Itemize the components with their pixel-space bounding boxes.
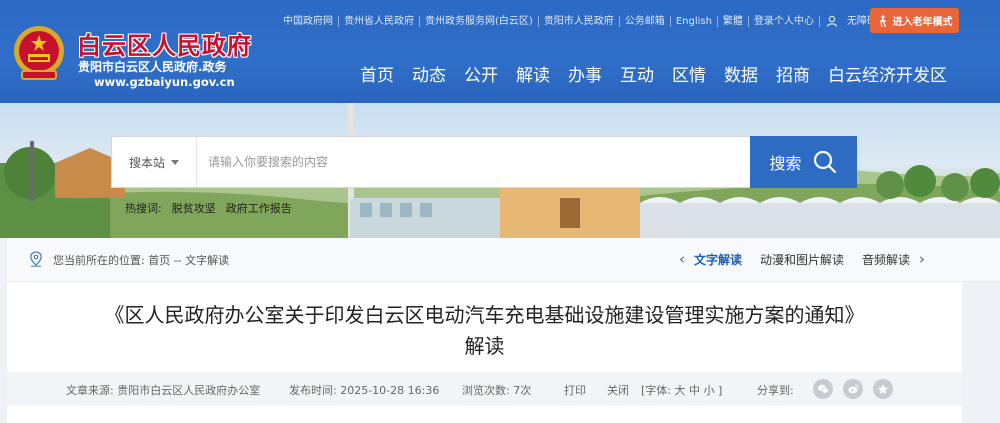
article-title-line1: 《区人民政府办公室关于印发白云区电动汽车充电基础设施建设管理实施方案的通知》 bbox=[104, 303, 865, 327]
hot-words: 热搜词: 脱贫攻坚 政府工作报告 bbox=[125, 200, 292, 216]
top-link[interactable]: 贵州省人民政府 bbox=[339, 15, 420, 27]
top-link[interactable]: English bbox=[671, 15, 718, 27]
user-icon[interactable] bbox=[826, 15, 838, 27]
article-title: 《区人民政府办公室关于印发白云区电动汽车充电基础设施建设管理实施方案的通知》 解… bbox=[7, 300, 962, 362]
nav-item-home[interactable]: 首页 bbox=[360, 64, 394, 88]
hot-word[interactable]: 脱贫攻坚 bbox=[172, 200, 216, 216]
article-title-line2: 解读 bbox=[464, 334, 505, 358]
search-button[interactable]: 搜索 bbox=[750, 136, 857, 188]
qzone-icon[interactable] bbox=[873, 379, 893, 399]
search-icon bbox=[813, 150, 836, 174]
search-scope-select[interactable]: 搜本站 bbox=[112, 137, 197, 187]
search-scope-label: 搜本站 bbox=[128, 155, 165, 170]
hot-words-label: 热搜词: bbox=[125, 202, 162, 215]
article-meta: 文章来源: 贵阳市白云区人民政府办公室 发布时间: 2025-10-28 16:… bbox=[7, 372, 962, 406]
close-link[interactable]: 关闭 bbox=[607, 382, 629, 398]
site-domain: www.gzbaiyun.gov.cn bbox=[94, 75, 235, 89]
elder-mode-button[interactable]: 进入老年模式 bbox=[870, 8, 959, 33]
nav-item-data[interactable]: 数据 bbox=[724, 64, 758, 88]
font-size-control[interactable]: [字体: 大 中 小 ] bbox=[641, 382, 722, 398]
article: 《区人民政府办公室关于印发白云区电动汽车充电基础设施建设管理实施方案的通知》 解… bbox=[7, 282, 962, 423]
main-nav: 首页 动态 公开 解读 办事 互动 区情 数据 招商 白云经济开发区 bbox=[360, 64, 947, 88]
article-source: 文章来源: 贵阳市白云区人民政府办公室 bbox=[66, 384, 261, 397]
nav-item-public[interactable]: 公开 bbox=[464, 64, 498, 88]
share-label: 分享到: bbox=[757, 384, 794, 397]
search-button-label: 搜索 bbox=[769, 154, 802, 173]
breadcrumb-bar: 您当前所在的位置: 首页 -- 文字解读 ‹ 文字解读 动漫和图片解读 音频解读… bbox=[7, 238, 1000, 282]
top-link[interactable]: 贵阳市人民政府 bbox=[539, 15, 620, 27]
tab-audio-interpretation[interactable]: 音频解读 bbox=[862, 251, 910, 268]
tab-text-interpretation[interactable]: 文字解读 bbox=[694, 251, 742, 268]
national-emblem-icon[interactable] bbox=[10, 23, 68, 85]
top-link[interactable]: 中国政府网 bbox=[283, 15, 339, 27]
nav-item-services[interactable]: 办事 bbox=[568, 64, 602, 88]
weibo-icon[interactable] bbox=[843, 379, 863, 399]
nav-item-development-zone[interactable]: 白云经济开发区 bbox=[828, 64, 947, 88]
interpretation-tabs: ‹ 文字解读 动漫和图片解读 音频解读 › bbox=[679, 250, 925, 268]
tab-animation-interpretation[interactable]: 动漫和图片解读 bbox=[760, 251, 844, 268]
chevron-down-icon bbox=[171, 159, 179, 165]
location-pin-icon bbox=[30, 251, 42, 267]
nav-item-district[interactable]: 区情 bbox=[672, 64, 706, 88]
elder-icon bbox=[879, 14, 886, 27]
login-link[interactable]: 登录个人中心 bbox=[749, 15, 820, 27]
hot-word[interactable]: 政府工作报告 bbox=[226, 200, 292, 216]
nav-item-news[interactable]: 动态 bbox=[412, 64, 446, 88]
site-subtitle: 贵阳市白云区人民政府.政务 bbox=[78, 60, 227, 74]
search-box: 搜本站 搜索 bbox=[111, 136, 857, 188]
chevron-right-icon[interactable]: › bbox=[919, 250, 925, 268]
view-count: 浏览次数: 7次 bbox=[462, 384, 532, 397]
top-link[interactable]: 繁體 bbox=[718, 15, 749, 27]
nav-item-interaction[interactable]: 互动 bbox=[620, 64, 654, 88]
top-links: 中国政府网 贵州省人民政府 贵州政务服务网(白云区) 贵阳市人民政府 公务邮箱 … bbox=[283, 13, 902, 29]
elder-mode-label: 进入老年模式 bbox=[892, 17, 953, 28]
print-link[interactable]: 打印 bbox=[564, 382, 586, 398]
breadcrumb[interactable]: 您当前所在的位置: 首页 -- 文字解读 bbox=[53, 252, 229, 268]
site-header: 白云区人民政府 贵阳市白云区人民政府.政务 www.gzbaiyun.gov.c… bbox=[0, 0, 1000, 103]
nav-item-investment[interactable]: 招商 bbox=[776, 64, 810, 88]
top-link[interactable]: 公务邮箱 bbox=[620, 15, 671, 27]
nav-item-interpretation[interactable]: 解读 bbox=[516, 64, 550, 88]
chevron-left-icon[interactable]: ‹ bbox=[679, 250, 685, 268]
site-title[interactable]: 白云区人民政府 bbox=[77, 26, 252, 61]
search-input[interactable] bbox=[208, 152, 738, 172]
publish-time: 发布时间: 2025-10-28 16:36 bbox=[289, 384, 440, 397]
wechat-icon[interactable] bbox=[813, 379, 833, 399]
top-link[interactable]: 贵州政务服务网(白云区) bbox=[420, 15, 539, 27]
